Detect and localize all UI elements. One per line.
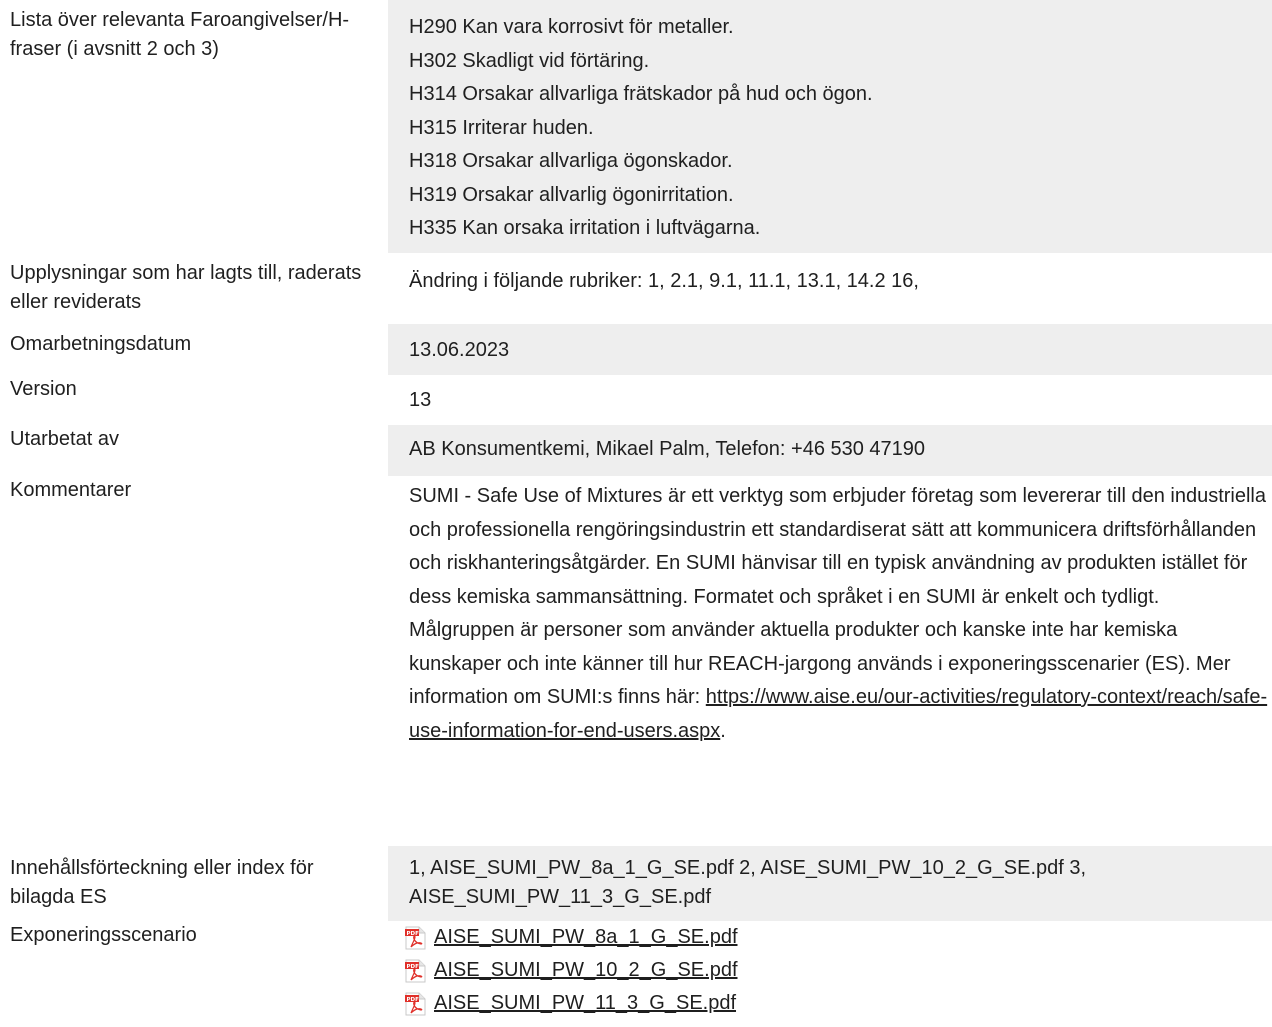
exposure-file-item: PDF AISE_SUMI_PW_11_3_G_SE.pdf [405,987,1272,1020]
row-prepared-by: Utarbetat av AB Konsumentkemi, Mikael Pa… [0,425,1272,476]
hazard-statement-list: H290 Kan vara korrosivt för metaller. H3… [409,11,1272,246]
hazard-statement-item: H315 Irriterar huden. [409,116,594,139]
row-version: Version 13 [0,375,1272,425]
comments-label: Kommentarer [10,479,132,501]
version-label: Version [10,378,77,400]
updates-label: Upplysningar som har lagts till, raderat… [10,262,362,313]
exposure-scenario-label: Exponeringsscenario [10,924,197,946]
pdf-file-icon[interactable]: PDF [405,992,426,1016]
hazard-statements-value: H290 Kan vara korrosivt för metaller. H3… [388,0,1272,253]
hazard-statement-item: H302 Skadligt vid förtäring. [409,49,650,72]
exposure-file-link[interactable]: AISE_SUMI_PW_11_3_G_SE.pdf [434,987,736,1020]
exposure-file-link[interactable]: AISE_SUMI_PW_8a_1_G_SE.pdf [434,921,738,954]
comments-value: SUMI - Safe Use of Mixtures är ett verkt… [388,476,1272,846]
exposure-file-item: PDF AISE_SUMI_PW_8a_1_G_SE.pdf [405,921,1272,954]
prepared-by-label: Utarbetat av [10,428,119,450]
exposure-scenario-files: PDF AISE_SUMI_PW_8a_1_G_SE.pdf PDF AISE_… [388,921,1272,1015]
row-es-index: Innehållsförteckning eller index för bil… [0,846,1272,921]
hazard-statement-item: H290 Kan vara korrosivt för metaller. [409,16,734,38]
prepared-by-value: AB Konsumentkemi, Mikael Palm, Telefon: … [388,425,1272,476]
revision-date-label: Omarbetningsdatum [10,333,192,355]
hazard-statement-item: H319 Orsakar allvarlig ögonirritation. [409,183,734,206]
version-value: 13 [409,389,432,411]
svg-text:PDF: PDF [407,964,420,970]
es-index-value: 1, AISE_SUMI_PW_8a_1_G_SE.pdf 2, AISE_SU… [388,846,1272,921]
row-hazard-statements: Lista över relevanta Faroangivelser/H-fr… [0,0,1272,253]
exposure-file-link[interactable]: AISE_SUMI_PW_10_2_G_SE.pdf [434,954,738,987]
sds-info-table: Lista över relevanta Faroangivelser/H-fr… [0,0,1272,1015]
hazard-statements-label: Lista över relevanta Faroangivelser/H-fr… [10,9,350,60]
hazard-statement-item: H314 Orsakar allvarliga frätskador på hu… [409,83,873,105]
pdf-file-icon[interactable]: PDF [405,959,426,983]
row-exposure-scenario: Exponeringsscenario PDF AISE_SUMI_PW_8a_… [0,921,1272,1015]
row-comments: Kommentarer SUMI - Safe Use of Mixtures … [0,476,1272,846]
comments-trailing: . [720,719,726,742]
comments-text: SUMI - Safe Use of Mixtures är ett verkt… [409,485,1266,708]
row-updates: Upplysningar som har lagts till, raderat… [0,253,1272,324]
exposure-file-item: PDF AISE_SUMI_PW_10_2_G_SE.pdf [405,954,1272,987]
updates-value: Ändring i följande rubriker: 1, 2.1, 9.1… [409,270,919,292]
revision-date-value: 13.06.2023 [388,324,1272,375]
hazard-statement-item: H318 Orsakar allvarliga ögonskador. [409,150,733,172]
hazard-statement-item: H335 Kan orsaka irritation i luftvägarna… [409,217,761,239]
row-revision-date: Omarbetningsdatum 13.06.2023 [0,324,1272,375]
svg-text:PDF: PDF [407,997,420,1003]
es-index-label: Innehållsförteckning eller index för bil… [10,857,314,908]
pdf-file-icon[interactable]: PDF [405,926,426,950]
svg-text:PDF: PDF [407,931,420,937]
